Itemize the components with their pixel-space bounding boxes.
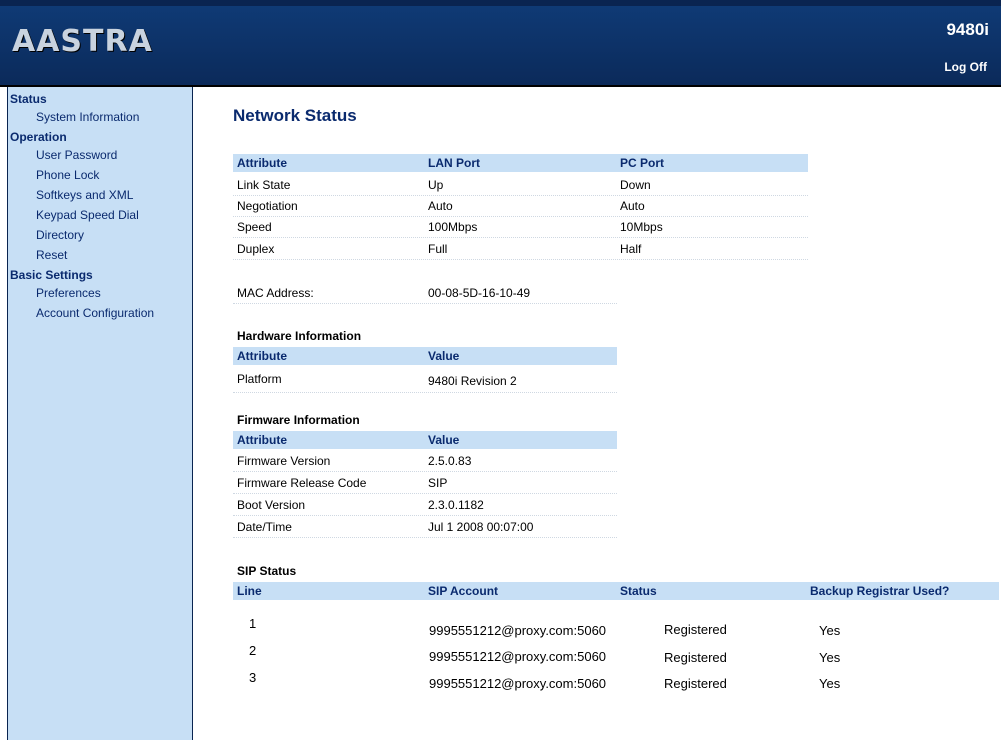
column-header-value: Value [428,433,460,447]
header-bar: AASTRA 9480i Log Off [0,0,1001,85]
table-cell: Firmware Release Code [237,476,367,490]
column-header-lan-port: LAN Port [428,156,480,170]
firmware-section-title: Firmware Information [237,413,360,427]
table-cell: Yes [819,623,841,638]
nav-item-account-configuration[interactable]: Account Configuration [8,303,192,323]
log-off-link[interactable]: Log Off [944,60,987,74]
table-cell: Negotiation [237,199,298,213]
table-cell: Registered [664,676,727,691]
model-name: 9480i [946,20,989,39]
column-header-line: Line [237,584,262,598]
logo-text: AASTRA [12,24,153,59]
aastra-logo: AASTRA [12,24,153,60]
table-cell: Full [428,242,448,256]
row-divider [233,195,808,196]
table-cell: Up [428,178,444,192]
nav-group-status[interactable]: Status [8,89,192,107]
row-divider [233,237,808,238]
table-cell: Link State [237,178,291,192]
table-cell: Date/Time [237,520,292,534]
table-cell: 2 [249,643,257,658]
table-cell: Firmware Version [237,454,331,468]
nav-item-reset[interactable]: Reset [8,245,192,265]
column-header-pc-port: PC Port [620,156,665,170]
table-cell: 10Mbps [620,220,663,234]
row-divider [233,216,808,217]
table-cell: 100Mbps [428,220,478,234]
row-divider [233,471,617,472]
table-cell: 9480i Revision 2 [428,374,517,388]
table-cell: Jul 1 2008 00:07:00 [428,520,534,534]
firmware-table-header: Attribute Value [233,431,617,449]
row-divider [233,515,617,516]
table-cell: Half [620,242,642,256]
nav-group-operation[interactable]: Operation [8,127,192,145]
table-cell: 2.5.0.83 [428,454,472,468]
table-cell: 9995551212@proxy.com:5060 [429,623,607,638]
nav-item-user-password[interactable]: User Password [8,145,192,165]
table-cell: Speed [237,220,272,234]
table-cell: Auto [428,199,453,213]
column-header-attribute: Attribute [237,349,287,363]
column-header-backup-registrar: Backup Registrar Used? [810,584,950,598]
sidebar: Status System Information Operation User… [7,87,193,740]
table-cell: SIP [428,476,448,490]
hardware-section-title: Hardware Information [237,329,362,343]
row-divider [233,537,617,538]
table-cell: Registered [664,622,727,637]
column-header-value: Value [428,349,460,363]
table-cell: Yes [819,650,841,665]
nav-item-preferences[interactable]: Preferences [8,283,192,303]
column-header-status: Status [620,584,657,598]
sip-section-title: SIP Status [237,564,297,578]
nav-item-system-information[interactable]: System Information [8,107,192,127]
column-header-attribute: Attribute [237,156,287,170]
row-divider [233,259,808,260]
page-title: Network Status [233,106,357,125]
table-cell: 2.3.0.1182 [428,498,484,512]
table-cell: 9995551212@proxy.com:5060 [429,676,607,691]
table-cell: Auto [620,199,645,213]
table-cell: Yes [819,676,841,691]
row-divider [233,493,617,494]
nav-item-directory[interactable]: Directory [8,225,192,245]
table-cell: Registered [664,650,727,665]
sip-table-header: Line SIP Account Status Backup Registrar… [233,582,999,600]
mac-address-label: MAC Address: [237,286,314,300]
nav-item-softkeys-xml[interactable]: Softkeys and XML [8,185,192,205]
row-divider [233,392,617,393]
network-table-header: Attribute LAN Port PC Port [233,154,808,172]
table-cell: Down [620,178,651,192]
hardware-table-header: Attribute Value [233,347,617,365]
table-cell: Boot Version [237,498,306,512]
table-cell: 1 [249,616,257,631]
mac-address-value: 00-08-5D-16-10-49 [428,286,531,300]
table-cell: Duplex [237,242,275,256]
row-divider [233,303,617,304]
table-cell: 3 [249,670,257,685]
nav-item-keypad-speed-dial[interactable]: Keypad Speed Dial [8,205,192,225]
table-cell: Platform [237,372,282,386]
main-content: Network Status [233,106,1001,126]
nav-item-phone-lock[interactable]: Phone Lock [8,165,192,185]
table-cell: 9995551212@proxy.com:5060 [429,649,607,664]
nav-group-basic-settings[interactable]: Basic Settings [8,265,192,283]
column-header-attribute: Attribute [237,433,287,447]
column-header-sip-account: SIP Account [428,584,499,598]
